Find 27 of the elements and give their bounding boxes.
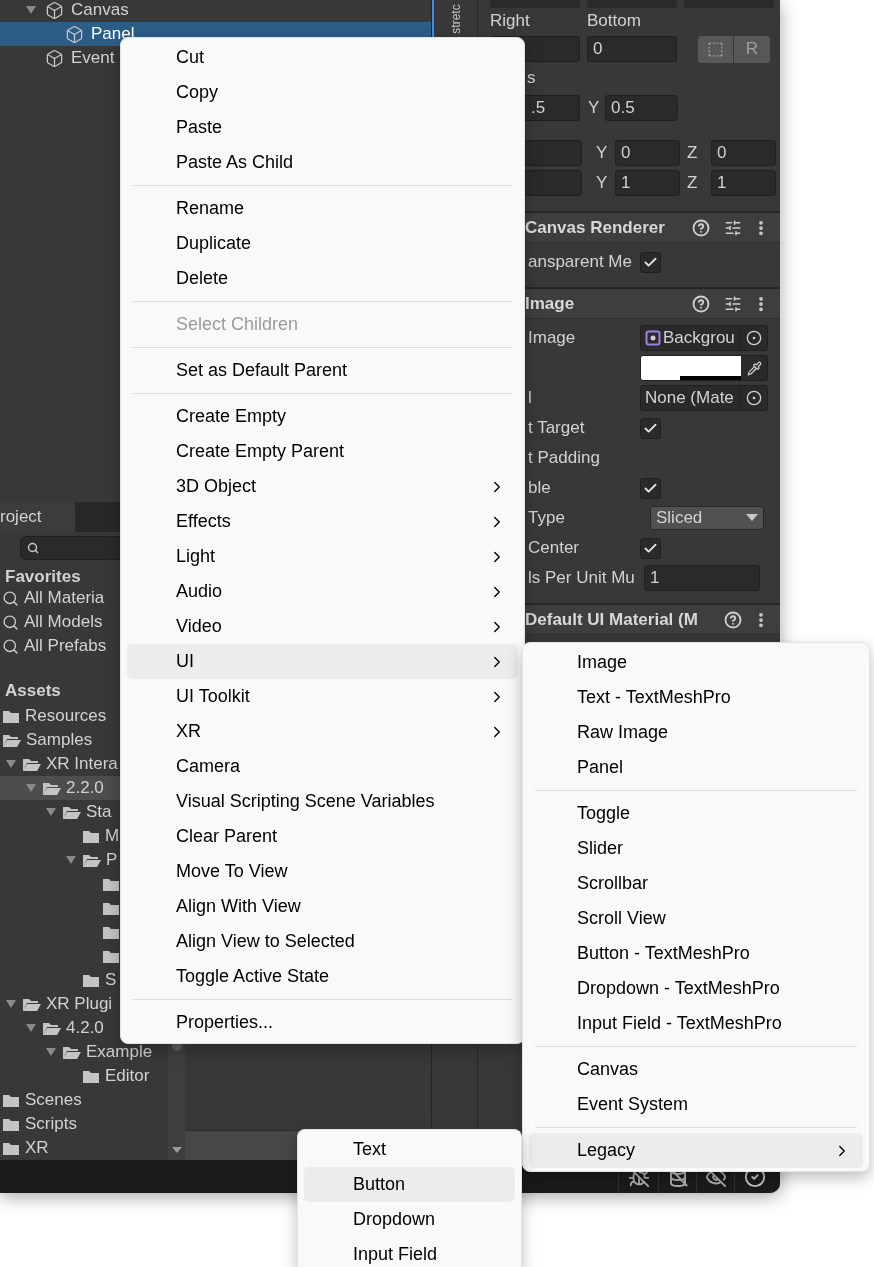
property-label: l [528,387,533,410]
object-value: Backgrou [663,327,736,350]
axis-label: Y [587,97,601,120]
property-label: t Target [528,417,586,440]
section-heading: Favorites [4,566,82,586]
object-value: None (Mate [645,387,735,410]
object-name: Panel [91,23,135,46]
object-name: Event [71,47,115,70]
property-label: Type [528,507,566,530]
component-title: Canvas Renderer [525,216,666,239]
section-heading: Assets [4,680,62,702]
property-label: Center [528,537,581,560]
property-label: ls Per Unit Mu [528,567,636,590]
axis-label: Y [595,142,609,165]
property-label: t Padding [528,447,601,470]
field-label: s [527,67,536,90]
object-name: Canvas [71,0,129,22]
field-label: Right [490,10,531,33]
component-title: Image [525,292,576,315]
axis-label: Y [595,172,609,195]
axis-label: Z [686,172,699,195]
property-label: Image [528,327,577,350]
property-label: ansparent Me [528,251,633,274]
axis-label: Z [686,142,699,165]
field-label: Bottom [587,10,641,33]
component-title: Default UI Material (M [525,608,699,631]
property-label: ble [528,477,552,500]
